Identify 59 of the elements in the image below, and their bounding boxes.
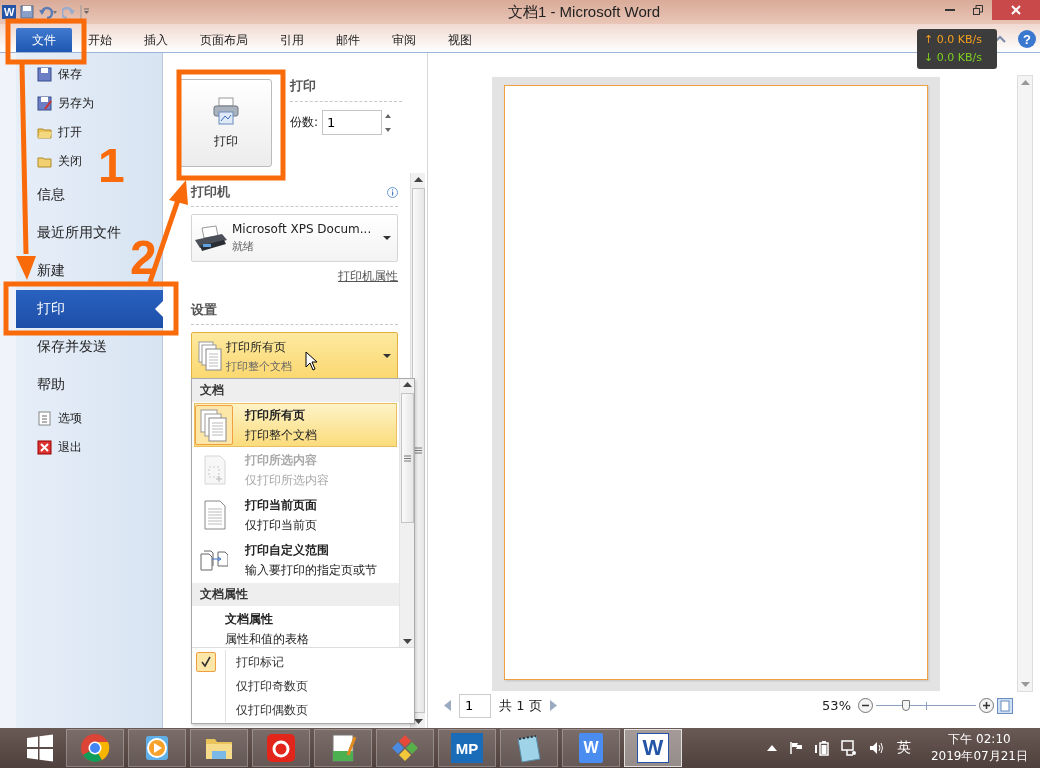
sidebar-item[interactable]: 保存并发送 (16, 328, 113, 366)
sidebar-item[interactable]: 保存 (16, 60, 88, 89)
menu-option[interactable]: 仅打印偶数页 (192, 698, 414, 722)
copies-label: 份数: (290, 114, 319, 131)
sidebar-item[interactable]: 最近所用文件 (16, 214, 127, 252)
menu-option[interactable]: 打印标记 (192, 650, 414, 674)
menu-section-header: 文档 (192, 379, 399, 402)
menu-item[interactable]: 打印所有页 打印整个文档 (194, 403, 397, 447)
app-logo: MP (451, 733, 483, 763)
menu-section-header: 文档属性 (192, 583, 399, 606)
step-number: 1 (98, 139, 125, 192)
page-count: 共 1 页 (499, 696, 542, 715)
printer-properties-link[interactable]: 打印机属性 (338, 269, 398, 283)
app-logo: W (637, 733, 669, 763)
menu-item[interactable]: 文档属性 属性和值的表格 (194, 607, 397, 651)
app-logo: W (579, 733, 603, 763)
ribbon-tab[interactable]: 插入 (128, 28, 184, 52)
input-method-indicator[interactable]: 英 (896, 739, 911, 757)
sidebar-item[interactable]: 打印 (16, 290, 163, 328)
ribbon-tab[interactable]: 开始 (72, 28, 128, 52)
section-heading: 设置 (191, 301, 217, 319)
printer-name: Microsoft XPS Docum... (232, 222, 372, 236)
copies-field[interactable]: 1 (322, 110, 383, 135)
ribbon-tab[interactable]: 邮件 (320, 28, 376, 52)
sidebar-item[interactable]: 退出 (16, 433, 88, 462)
ribbon-tab[interactable]: 文件 (16, 28, 72, 52)
help-button[interactable]: ? (1018, 30, 1036, 48)
sidebar-item[interactable]: 帮助 (16, 366, 71, 404)
section-heading: 打印机 (191, 183, 230, 201)
download-speed: ↓ 0.0 KB/s (924, 50, 983, 66)
sidebar-item[interactable]: 新建 (16, 252, 71, 290)
sidebar-item[interactable]: 信息 (16, 176, 71, 214)
print-range-subtitle: 打印整个文档 (226, 358, 292, 374)
word-logo: W (2, 5, 17, 19)
menu-item[interactable]: 打印自定义范围 输入要打印的指定页或节 (194, 538, 397, 582)
print-button[interactable]: 打印 (179, 79, 272, 167)
printer-status: 就绪 (232, 239, 254, 254)
ribbon-tab[interactable]: 视图 (432, 28, 488, 52)
section-heading: 打印 (290, 77, 402, 102)
ribbon-tab[interactable]: 审阅 (376, 28, 432, 52)
sidebar-item[interactable]: 选项 (16, 404, 88, 433)
menu-option[interactable]: 仅打印奇数页 (192, 674, 414, 698)
menu-item[interactable]: 打印当前页面 仅打印当前页 (194, 493, 397, 537)
zoom-level: 53% (822, 698, 851, 713)
sidebar-item[interactable]: 关闭 (16, 147, 88, 176)
sidebar-item[interactable]: 打开 (16, 118, 88, 147)
print-range-dropdown[interactable]: 打印所有页 打印整个文档 (191, 332, 398, 380)
ribbon-tab[interactable]: 引用 (264, 28, 320, 52)
ribbon-tab[interactable]: 页面布局 (184, 28, 264, 52)
print-range-title: 打印所有页 (226, 338, 286, 356)
clock[interactable]: 下午 02:10 2019年07月21日 (930, 731, 1028, 765)
taskbar-app[interactable]: MP (438, 729, 496, 767)
taskbar-app[interactable]: W (624, 729, 682, 767)
upload-speed: ↑ 0.0 KB/s (924, 32, 983, 48)
sidebar-item[interactable]: 另存为 (16, 89, 100, 118)
page-number-field[interactable]: 1 (459, 693, 491, 718)
window-title: 文档1 - Microsoft Word (506, 2, 662, 22)
step-number: 2 (130, 231, 157, 284)
printer-dropdown[interactable]: Microsoft XPS Docum... 就绪 (191, 214, 398, 262)
